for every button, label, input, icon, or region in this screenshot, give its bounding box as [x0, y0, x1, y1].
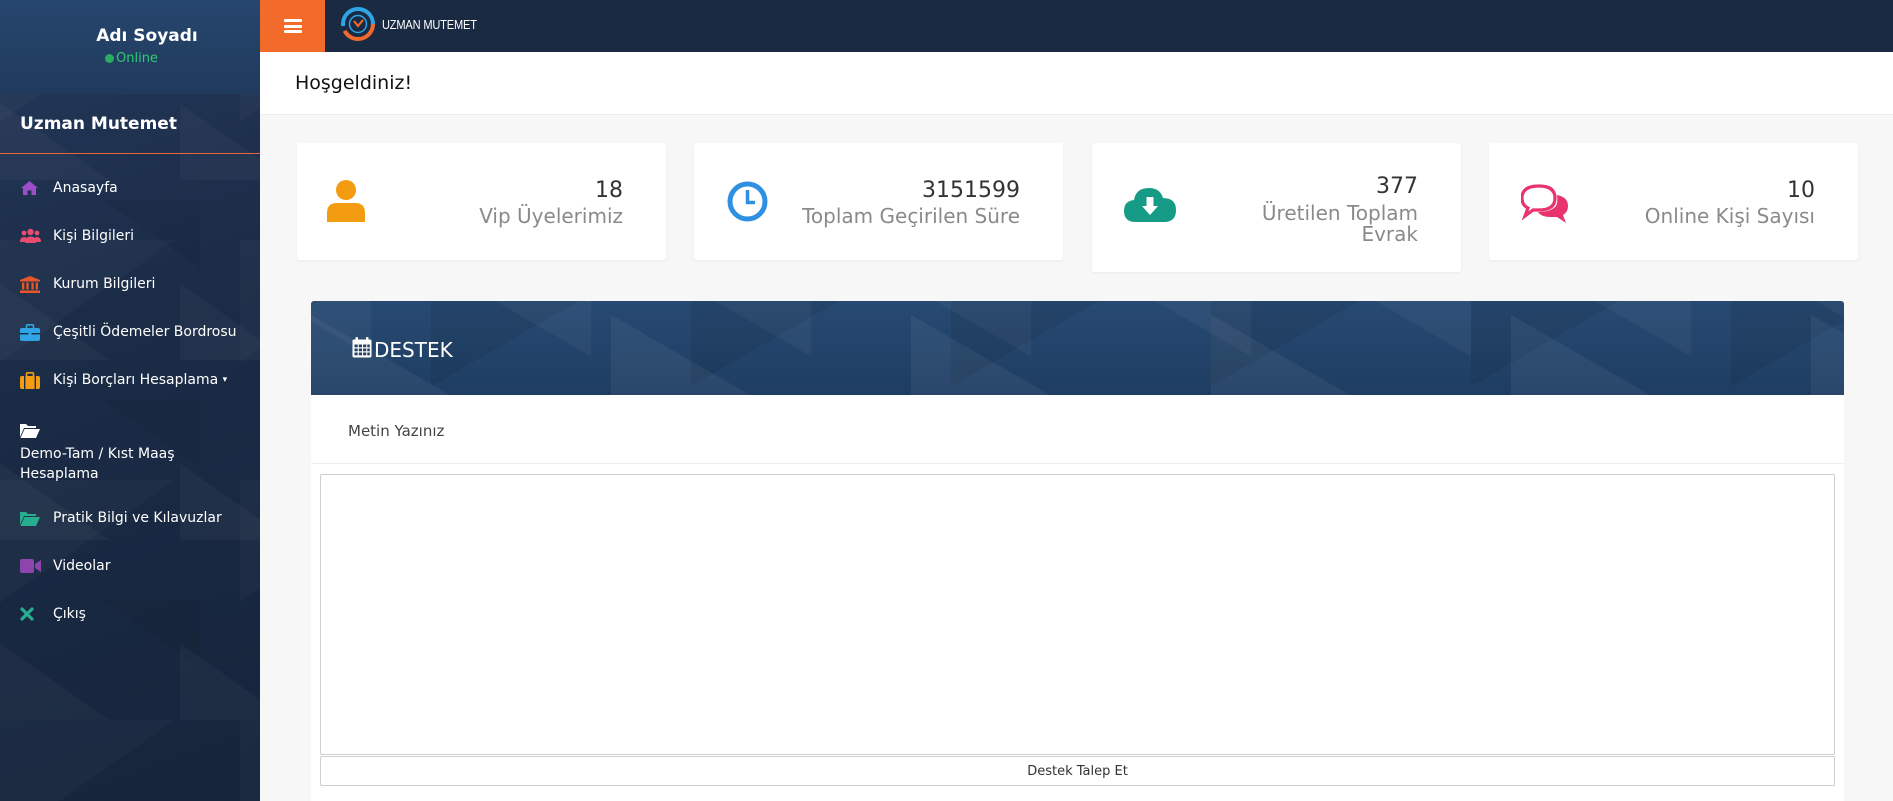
sidebar: Adı Soyadı Online Uzman Mutemet Anasayfa… — [0, 0, 260, 801]
comments-icon — [1520, 184, 1569, 228]
sidebar-item-label: Kişi Bilgileri — [53, 228, 135, 244]
sidebar-menu: Anasayfa Kişi Bilgileri Kurum Bilgileri … — [0, 154, 260, 640]
stat-card-toplam-sure: 3151599 Toplam Geçirilen Süre — [694, 143, 1063, 260]
sidebar-item-kisi-borclari[interactable]: Kişi Borçları Hesaplama ▾ — [0, 358, 260, 406]
sidebar-item-kurum-bilgileri[interactable]: Kurum Bilgileri — [0, 262, 260, 310]
logo-emblem-icon — [341, 7, 375, 41]
support-title-label: DESTEK — [374, 338, 453, 362]
stat-value: 377 — [1376, 174, 1418, 199]
sidebar-item-kisi-bilgileri[interactable]: Kişi Bilgileri — [0, 214, 260, 262]
calendar-icon — [352, 337, 372, 363]
stat-value: 10 — [1787, 178, 1815, 203]
stat-value: 18 — [595, 178, 623, 203]
online-dot-icon — [105, 54, 114, 63]
support-field-label: Metin Yazınız — [348, 422, 445, 440]
sidebar-item-videolar[interactable]: Videolar — [0, 544, 260, 592]
stat-card-uretilen-evrak: 377 Üretilen Toplam Evrak — [1092, 143, 1461, 272]
sidebar-item-label: Pratik Bilgi ve Kılavuzlar — [53, 510, 222, 526]
user-panel: Adı Soyadı Online — [0, 0, 260, 94]
sidebar-item-label: Kurum Bilgileri — [53, 276, 156, 292]
sidebar-item-label: Anasayfa — [53, 180, 118, 196]
stat-label: Vip Üyelerimiz — [479, 204, 623, 228]
page-title: Hoşgeldiniz! — [295, 72, 413, 94]
home-icon — [20, 178, 53, 198]
suitcase-icon — [20, 370, 53, 390]
topbar: UZMAN MUTEMET — [260, 0, 1893, 52]
folder-open-icon — [20, 508, 53, 528]
video-icon — [20, 556, 53, 576]
user-status-label: Online — [116, 51, 158, 66]
stat-label: Üretilen Toplam Evrak — [1261, 201, 1418, 246]
briefcase-icon — [20, 322, 53, 342]
caret-down-icon: ▾ — [222, 375, 228, 385]
clock-icon — [727, 181, 768, 226]
sidebar-item-cesitli-odemeler[interactable]: Çeşitli Ödemeler Bordrosu — [0, 310, 260, 358]
users-icon — [20, 226, 53, 246]
sidebar-brand: Uzman Mutemet — [0, 94, 260, 154]
logo-text: UZMAN MUTEMET — [382, 16, 477, 32]
sidebar-item-cikis[interactable]: Çıkış — [0, 592, 260, 640]
cloud-download-icon — [1124, 186, 1176, 226]
welcome-bar: Hoşgeldiniz! — [260, 52, 1893, 115]
stat-card-online-kisi: 10 Online Kişi Sayısı — [1489, 143, 1858, 260]
sidebar-item-anasayfa[interactable]: Anasayfa — [0, 166, 260, 214]
close-icon — [20, 604, 53, 624]
sidebar-item-label: Videolar — [53, 558, 111, 574]
sidebar-item-label: Demo-Tam / Kıst Maaş Hesaplama — [20, 446, 175, 482]
app-logo[interactable]: UZMAN MUTEMET — [339, 3, 494, 45]
stat-card-vip-uyeler: 18 Vip Üyelerimiz — [297, 143, 666, 260]
stat-label: Toplam Geçirilen Süre — [802, 204, 1020, 228]
sidebar-item-label: Kişi Borçları Hesaplama ▾ — [53, 372, 228, 388]
stat-value: 3151599 — [922, 178, 1020, 203]
user-icon — [327, 179, 365, 226]
support-label-row: Metin Yazınız — [311, 395, 1844, 464]
folder-open-icon — [20, 418, 53, 442]
support-message-textarea[interactable] — [320, 474, 1835, 755]
hamburger-icon — [283, 19, 302, 33]
user-name: Adı Soyadı — [96, 26, 198, 46]
user-status: Online — [105, 51, 158, 66]
sidebar-item-demo-maas[interactable]: Demo-Tam / Kıst Maaş Hesaplama — [0, 406, 260, 496]
menu-toggle-button[interactable] — [260, 0, 325, 52]
support-submit-button[interactable]: Destek Talep Et — [320, 756, 1835, 786]
sidebar-item-label: Çeşitli Ödemeler Bordrosu — [53, 324, 237, 340]
stat-label: Online Kişi Sayısı — [1644, 204, 1815, 228]
sidebar-item-pratik-bilgi[interactable]: Pratik Bilgi ve Kılavuzlar — [0, 496, 260, 544]
sidebar-item-label: Çıkış — [53, 606, 86, 622]
institution-icon — [20, 274, 53, 294]
support-title: DESTEK — [352, 337, 453, 363]
support-panel: DESTEK Metin Yazınız Destek Talep Et — [311, 301, 1844, 801]
support-panel-header: DESTEK — [311, 301, 1844, 395]
